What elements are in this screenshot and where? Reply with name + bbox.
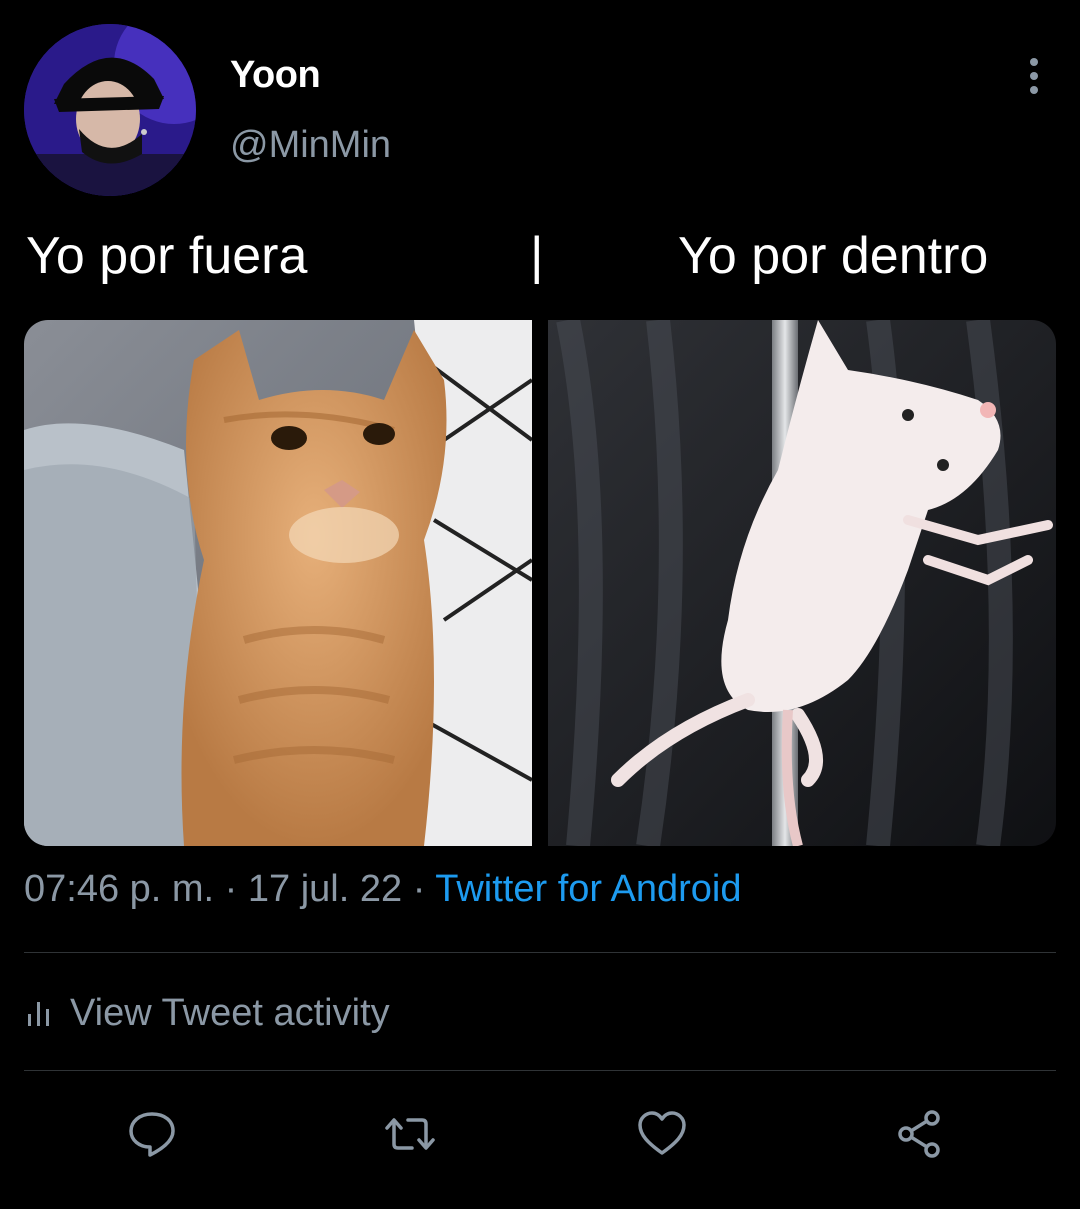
tweet-detail-screen: Yoon @MinMin Yo por fuera | Yo por dentr… — [0, 0, 1080, 1209]
tweet-time: 07:46 p. m. — [24, 868, 215, 910]
user-handle[interactable]: @MinMin — [230, 124, 391, 167]
like-button[interactable] — [634, 1106, 690, 1162]
share-icon — [898, 1110, 940, 1158]
bar-chart-icon — [28, 1002, 49, 1026]
tweet-action-bar — [0, 1096, 1080, 1168]
divider — [24, 1070, 1056, 1071]
tweet-metadata: 07:46 p. m. · 17 jul. 22 · Twitter for A… — [24, 868, 741, 911]
retweet-icon — [385, 1118, 435, 1150]
tweet-date: 17 jul. 22 — [247, 868, 403, 910]
dot — [1030, 86, 1038, 94]
divider — [24, 952, 1056, 953]
orange-cat-photo[interactable] — [24, 320, 532, 846]
tweet-media — [24, 320, 1056, 846]
share-button[interactable] — [892, 1106, 948, 1162]
avatar[interactable] — [24, 24, 196, 196]
heart-icon — [638, 1111, 686, 1155]
profile-photo — [24, 24, 196, 196]
dot — [1030, 72, 1038, 80]
reply-button[interactable] — [124, 1106, 180, 1162]
tweet-text-separator: | — [530, 227, 544, 285]
view-tweet-activity-label: View Tweet activity — [70, 991, 390, 1034]
white-rat-pole-photo[interactable] — [548, 320, 1056, 846]
view-tweet-activity-button[interactable]: View Tweet activity — [24, 986, 390, 1040]
retweet-button[interactable] — [382, 1106, 438, 1162]
reply-icon — [129, 1112, 175, 1157]
tweet-text: Yo por fuera | Yo por dentro — [26, 226, 1036, 296]
display-name[interactable]: Yoon — [230, 54, 321, 97]
tweet-text-right: Yo por dentro — [678, 227, 989, 285]
dot — [1030, 58, 1038, 66]
separator: · — [214, 868, 248, 910]
tweet-source-link[interactable]: Twitter for Android — [435, 868, 741, 910]
more-options-icon[interactable] — [1016, 56, 1052, 96]
separator: · — [402, 868, 436, 910]
tweet-text-left: Yo por fuera — [26, 227, 308, 285]
